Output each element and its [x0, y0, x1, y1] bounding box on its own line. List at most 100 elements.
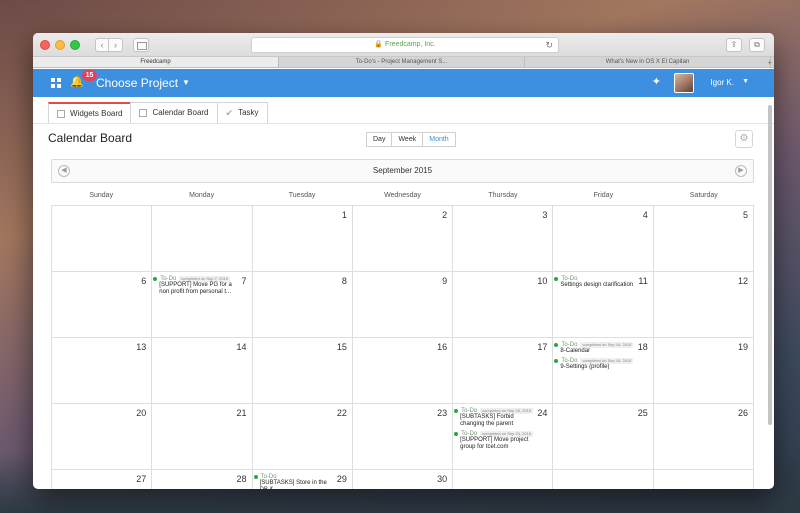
status-dot-icon [554, 359, 559, 363]
event-title: [SUPPORT] Move project group for tcet.co… [460, 437, 529, 450]
close-window-button[interactable] [40, 40, 50, 50]
calendar-event[interactable]: To-Do[SUBTASKS] Store in the DB if [253, 474, 336, 489]
calendar-day-cell[interactable]: 1 [252, 206, 353, 272]
day-number: 8 [341, 276, 347, 286]
day-number: 3 [542, 210, 548, 220]
back-button[interactable]: ‹ [95, 38, 109, 52]
calendar-day-cell[interactable]: 9 [352, 272, 454, 338]
status-dot-icon [454, 409, 459, 413]
day-number: 19 [737, 342, 748, 352]
weekday-label: Wednesday [384, 192, 421, 199]
gear-icon[interactable]: ⚙ [735, 130, 753, 148]
tab-tasky[interactable]: ✔ Tasky [216, 102, 268, 123]
calendar-day-cell[interactable]: 12 [653, 272, 754, 338]
calendar-day-cell[interactable]: 3 [453, 206, 554, 272]
calendar-day-cell[interactable]: 16 [352, 338, 454, 404]
weekday-header: Sunday Monday Tuesday Wednesday Thursday Frid… [51, 191, 754, 201]
day-number: 23 [437, 408, 448, 418]
calendar-day-cell[interactable]: 8 [252, 272, 353, 338]
view-month-button[interactable]: Month [422, 132, 456, 147]
calendar-day-cell[interactable]: 14 [152, 338, 253, 404]
show-tabs-button[interactable]: ⧉ [749, 38, 765, 52]
user-name[interactable]: Igor K. [710, 78, 734, 87]
scrollbar[interactable] [768, 105, 772, 425]
day-number: 20 [136, 408, 147, 418]
calendar-day-cell[interactable] [553, 470, 654, 489]
sidebar-toggle-button[interactable] [133, 38, 149, 52]
calendar-day-cell[interactable]: 26 [653, 404, 754, 470]
calendar-day-cell[interactable]: 13 [52, 338, 153, 404]
calendar-day-cell[interactable]: 21 [152, 404, 253, 470]
choose-project-label: Choose Project [96, 76, 179, 90]
view-day-button[interactable]: Day [366, 132, 393, 147]
calendar-day-cell[interactable]: 27 [52, 470, 153, 489]
calendar-day-cell[interactable]: 5 [653, 206, 754, 272]
day-number: 18 [637, 342, 648, 352]
day-number: 12 [737, 276, 748, 286]
calendar-day-cell[interactable]: 20 [52, 404, 153, 470]
calendar-day-cell[interactable]: 15 [252, 338, 353, 404]
apps-grid-icon[interactable] [51, 78, 61, 88]
calendar-day-cell[interactable]: 29To-Do[SUBTASKS] Store in the DB if [252, 470, 353, 489]
calendar-day-cell[interactable]: 25 [553, 404, 654, 470]
calendar-day-cell[interactable]: 24 To-Do completed on Sep 25, 2015 [SUBTASK… [453, 404, 554, 470]
reload-icon[interactable]: ↻ [545, 38, 553, 52]
day-number: 11 [638, 276, 648, 286]
browser-tab[interactable]: Freedcamp [33, 57, 279, 67]
address-bar[interactable]: 🔒 Freedcamp, Inc. ↻ [251, 37, 559, 53]
calendar-day-cell[interactable]: 19 [653, 338, 754, 404]
browser-tab[interactable]: What's New in OS X El Capitan [525, 57, 771, 67]
event-title: Settings design clarification [560, 282, 634, 288]
calendar-day-cell[interactable]: 11 To-Do Settings design clarification [553, 272, 654, 338]
calendar-day-cell[interactable]: 18 To-Do completed on Sep 16, 2015 8-Calend… [553, 338, 654, 404]
tab-label: Calendar Board [152, 108, 209, 117]
tab-widgets-board[interactable]: Widgets Board [48, 102, 132, 123]
lock-icon: 🔒 [374, 41, 384, 48]
calendar-day-cell[interactable] [453, 470, 554, 489]
zoom-window-button[interactable] [70, 40, 80, 50]
day-number: 2 [442, 210, 448, 220]
calendar-day-cell[interactable] [653, 470, 754, 489]
calendar-day-cell[interactable]: 10 [453, 272, 554, 338]
user-avatar[interactable] [674, 73, 694, 93]
month-navigation: ◀ September 2015 ▶ [51, 159, 754, 183]
share-button[interactable]: ⇪ [726, 38, 742, 52]
calendar-day-cell[interactable]: 22 [252, 404, 353, 470]
calendar-event[interactable]: To-Do completed on Sep 25, 2015 [SUBTASKS]… [454, 408, 536, 428]
calendar-grid: 1 2 3 4 5 6 7 To-Do completed on Sep 7, 2015 [SUP… [51, 205, 754, 489]
tab-calendar-board[interactable]: Calendar Board [130, 102, 218, 123]
browser-tab[interactable]: To-Do's - Project Management S... [279, 57, 525, 67]
calendar-day-cell[interactable]: 4 [553, 206, 654, 272]
choose-project-dropdown[interactable]: Choose Project ▼ [96, 76, 190, 90]
browser-tab-bar: Freedcamp To-Do's - Project Management S.… [33, 57, 774, 68]
calendar-event[interactable]: To-Do completed on Sep 16, 2015 8-Calendar [554, 342, 636, 355]
calendar-event[interactable]: To-Do completed on Sep 24, 2015 [SUPPORT] … [454, 431, 536, 451]
forward-button[interactable]: › [109, 38, 123, 52]
calendar-event[interactable]: To-Do completed on Sep 18, 2015 9-Settings… [554, 358, 636, 371]
calendar-event[interactable]: To-Do Settings design clarification [554, 276, 636, 289]
widgets-icon [57, 109, 65, 118]
window-controls [40, 40, 80, 50]
bell-icon[interactable]: 🔔 [70, 76, 84, 89]
calendar-day-cell[interactable]: 7 To-Do completed on Sep 7, 2015 [SUPPORT] … [152, 272, 253, 338]
calendar-day-cell[interactable]: 30 [352, 470, 454, 489]
view-week-button[interactable]: Week [391, 132, 424, 147]
view-toggle: Day Week Month [366, 132, 456, 147]
calendar-day-cell[interactable] [152, 206, 253, 272]
weekday-label: Friday [593, 192, 614, 199]
day-number: 29 [336, 474, 347, 484]
calendar-day-cell[interactable]: 6 [52, 272, 153, 338]
calendar-day-cell[interactable]: 28 [152, 470, 253, 489]
chevron-down-icon[interactable]: ▼ [742, 78, 749, 85]
calendar-day-cell[interactable]: 2 [352, 206, 454, 272]
minimize-window-button[interactable] [55, 40, 65, 50]
event-title: [SUPPORT] Move PG for a non profit from … [159, 282, 232, 295]
calendar-day-cell[interactable]: 17 [453, 338, 554, 404]
browser-window: ‹ › 🔒 Freedcamp, Inc. ↻ ⇪ ⧉ Freedcamp To-… [33, 33, 774, 489]
sparkle-icon[interactable]: ✦ [652, 75, 661, 89]
calendar-day-cell[interactable] [52, 206, 153, 272]
calendar-day-cell[interactable]: 23 [352, 404, 454, 470]
calendar-event[interactable]: To-Do completed on Sep 7, 2015 [SUPPORT] M… [153, 276, 235, 296]
new-tab-button[interactable]: + [767, 57, 772, 68]
next-month-button[interactable]: ▶ [735, 165, 747, 177]
